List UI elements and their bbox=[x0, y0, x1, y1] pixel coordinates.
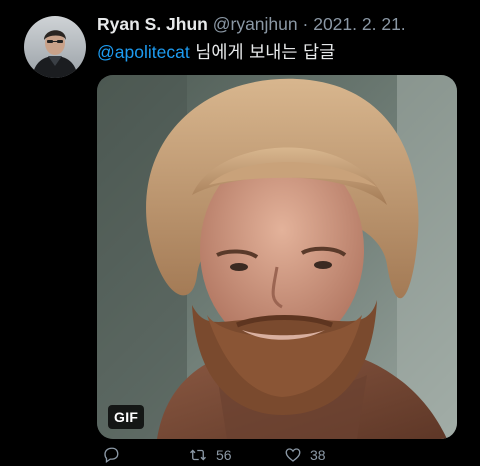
tweet-header: Ryan S. Jhun @ryanjhun · 2021. 2. 21. bbox=[97, 13, 406, 35]
avatar[interactable] bbox=[24, 16, 86, 78]
retweet-count: 56 bbox=[216, 447, 232, 463]
tweet-media-gif[interactable]: GIF bbox=[97, 75, 457, 439]
tweet-actions: 56 38 bbox=[97, 446, 457, 466]
separator-dot: · bbox=[302, 14, 309, 34]
gif-badge: GIF bbox=[108, 405, 145, 429]
gif-preview-image bbox=[97, 75, 457, 439]
reply-context-text: 님에게 보내는 답글 bbox=[189, 43, 336, 63]
tweet: Ryan S. Jhun @ryanjhun · 2021. 2. 21. @a… bbox=[0, 0, 480, 464]
like-count: 38 bbox=[310, 447, 326, 463]
heart-icon bbox=[285, 448, 301, 462]
reply-button[interactable] bbox=[102, 446, 120, 464]
replying-to: @apolitecat 님에게 보내는 답글 bbox=[97, 41, 335, 64]
author-display-name[interactable]: Ryan S. Jhun bbox=[97, 14, 208, 34]
avatar-image bbox=[24, 16, 86, 78]
tweet-date[interactable]: 2021. 2. 21. bbox=[313, 14, 405, 34]
like-button[interactable]: 38 bbox=[284, 446, 326, 464]
retweet-button[interactable]: 56 bbox=[188, 446, 232, 464]
retweet-icon bbox=[190, 449, 206, 461]
reply-icon bbox=[104, 447, 119, 464]
reply-mention-link[interactable]: @apolitecat bbox=[97, 42, 190, 62]
author-handle[interactable]: @ryanjhun bbox=[213, 14, 298, 34]
